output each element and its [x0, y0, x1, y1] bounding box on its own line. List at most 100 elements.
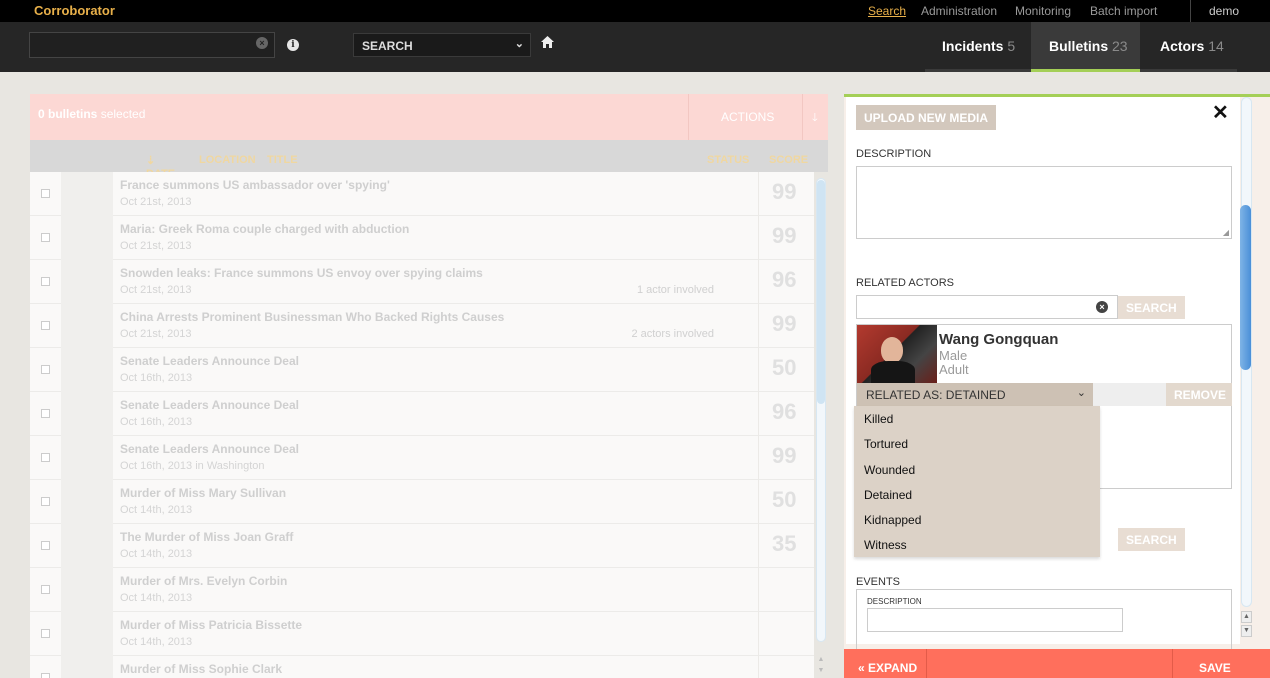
row-title[interactable]: Senate Leaders Announce Deal [120, 442, 299, 456]
tab-actors[interactable]: Actors 14 [1140, 22, 1237, 72]
upload-media-button[interactable]: UPLOAD NEW MEDIA [856, 105, 996, 130]
actor-photo [857, 325, 937, 383]
app-logo[interactable]: Corroborator [34, 3, 115, 18]
editor-scroll-thumb[interactable] [1240, 205, 1251, 370]
row-date: Oct 16th, 2013 in Washington [120, 460, 265, 472]
row-checkbox[interactable] [41, 189, 50, 198]
scroll-down-icon[interactable]: ▼ [1241, 625, 1252, 637]
row-title[interactable]: Murder of Miss Sophie Clark [120, 662, 282, 676]
row-title[interactable]: Senate Leaders Announce Deal [120, 354, 299, 368]
scroll-down-icon[interactable]: ▼ [816, 667, 826, 674]
row-date: Oct 21st, 2013 [120, 240, 192, 252]
actor-photo-body [871, 361, 915, 383]
nav-search-link[interactable]: Search [868, 4, 906, 18]
row-checkbox[interactable] [41, 629, 50, 638]
clear-search-icon[interactable]: × [256, 37, 268, 49]
tab-bulletins-label: Bulletins [1049, 38, 1109, 54]
description-textarea[interactable]: ◢ [856, 166, 1232, 239]
table-row[interactable]: Murder of Miss Patricia Bissette Oct 14th… [30, 612, 814, 656]
row-checkbox[interactable] [41, 365, 50, 374]
close-icon[interactable]: ✕ [1212, 100, 1229, 125]
row-title[interactable]: China Arrests Prominent Businessman Who … [120, 310, 504, 324]
related-actors-search-input[interactable] [856, 295, 1118, 319]
row-checkbox[interactable] [41, 321, 50, 330]
option-killed[interactable]: Killed [864, 412, 893, 426]
search-scope-value: SEARCH [362, 39, 413, 53]
list-scroll-thumb[interactable] [817, 180, 825, 404]
option-detained[interactable]: Detained [864, 488, 912, 502]
row-title[interactable]: Murder of Mrs. Evelyn Corbin [120, 574, 287, 588]
actor-age: Adult [939, 362, 969, 377]
col-score-header[interactable]: SCORE [769, 154, 808, 166]
table-row[interactable]: Senate Leaders Announce Deal Oct 16th, 20… [30, 392, 814, 436]
second-search-button[interactable]: SEARCH [1118, 528, 1185, 551]
col-title-header[interactable]: TITLE [267, 154, 298, 166]
clear-actor-search-icon[interactable]: × [1096, 301, 1108, 313]
actor-search-button[interactable]: SEARCH [1118, 296, 1185, 319]
row-checkbox[interactable] [41, 277, 50, 286]
search-input[interactable] [29, 32, 275, 58]
col-status-header[interactable]: STATUS [707, 154, 749, 166]
info-icon[interactable]: i [287, 39, 299, 51]
table-row[interactable]: Maria: Greek Roma couple charged with ab… [30, 216, 814, 260]
table-row[interactable]: China Arrests Prominent Businessman Who … [30, 304, 814, 348]
col-date-header[interactable]: DATE⇣ [146, 154, 175, 180]
selbar-divider [688, 94, 689, 140]
remove-actor-button[interactable]: REMOVE [1166, 383, 1232, 406]
nav-administration-link[interactable]: Administration [921, 4, 997, 18]
col-location-header[interactable]: LOCATION [199, 154, 256, 166]
search-scope-select[interactable]: SEARCH ⌄ [353, 33, 531, 57]
arrow-down-icon[interactable]: 🡓 [812, 109, 818, 128]
row-score-divider [758, 392, 759, 436]
nav-monitoring-link[interactable]: Monitoring [1015, 4, 1071, 18]
row-title[interactable]: The Murder of Miss Joan Graff [120, 530, 293, 544]
row-checkbox[interactable] [41, 585, 50, 594]
table-row[interactable]: Murder of Miss Sophie Clark [30, 656, 814, 678]
scroll-up-icon[interactable]: ▲ [816, 656, 826, 663]
bottombar-divider [1172, 649, 1173, 678]
table-row[interactable]: Murder of Miss Mary Sullivan Oct 14th, 20… [30, 480, 814, 524]
row-date: Oct 14th, 2013 [120, 592, 193, 604]
table-row[interactable]: Senate Leaders Announce Deal Oct 16th, 20… [30, 348, 814, 392]
user-menu[interactable]: demo [1209, 4, 1239, 18]
row-title[interactable]: Murder of Miss Patricia Bissette [120, 618, 302, 632]
table-row[interactable]: Senate Leaders Announce Deal Oct 16th, 20… [30, 436, 814, 480]
option-tortured[interactable]: Tortured [864, 437, 908, 451]
editor-scrollbar[interactable]: ▲ ▼ [1239, 97, 1254, 642]
list-scrollbar[interactable]: ▲ ▼ [816, 178, 826, 678]
row-title[interactable]: Senate Leaders Announce Deal [120, 398, 299, 412]
tab-bulletins[interactable]: Bulletins 23 [1031, 22, 1140, 72]
option-kidnapped[interactable]: Kidnapped [864, 513, 921, 527]
table-row[interactable]: The Murder of Miss Joan Graff Oct 14th, 2… [30, 524, 814, 568]
scroll-up-icon[interactable]: ▲ [1241, 611, 1252, 623]
row-thumbnail [61, 480, 113, 524]
row-title[interactable]: Snowden leaks: France summons US envoy o… [120, 266, 483, 280]
actions-menu-button[interactable]: ACTIONS [721, 110, 774, 124]
option-wounded[interactable]: Wounded [864, 463, 915, 477]
row-checkbox[interactable] [41, 497, 50, 506]
row-checkbox[interactable] [41, 453, 50, 462]
row-checkbox[interactable] [41, 233, 50, 242]
row-score-divider [758, 436, 759, 480]
row-title[interactable]: Murder of Miss Mary Sullivan [120, 486, 286, 500]
event-description-input[interactable] [867, 608, 1123, 632]
nav-batch-import-link[interactable]: Batch import [1090, 4, 1157, 18]
table-row[interactable]: Snowden leaks: France summons US envoy o… [30, 260, 814, 304]
row-title[interactable]: Maria: Greek Roma couple charged with ab… [120, 222, 409, 236]
expand-button[interactable]: « EXPAND [858, 661, 917, 675]
tab-incidents[interactable]: Incidents 5 [925, 22, 1031, 72]
row-score-divider [758, 524, 759, 568]
table-row[interactable]: Murder of Mrs. Evelyn Corbin Oct 14th, 20… [30, 568, 814, 612]
row-title[interactable]: France summons US ambassador over 'spyin… [120, 178, 390, 192]
resize-grip-icon[interactable]: ◢ [1223, 228, 1229, 237]
row-checkbox[interactable] [41, 409, 50, 418]
home-icon[interactable] [541, 36, 554, 48]
row-checkbox[interactable] [41, 673, 50, 678]
save-button[interactable]: SAVE [1199, 661, 1231, 675]
actor-name[interactable]: Wang Gongquan [939, 331, 1058, 348]
related-as-select[interactable]: RELATED AS: DETAINED ⌄ [857, 383, 1093, 406]
row-checkbox[interactable] [41, 541, 50, 550]
table-row[interactable]: France summons US ambassador over 'spyin… [30, 172, 814, 216]
row-score: 96 [772, 267, 797, 292]
option-witness[interactable]: Witness [864, 538, 907, 552]
